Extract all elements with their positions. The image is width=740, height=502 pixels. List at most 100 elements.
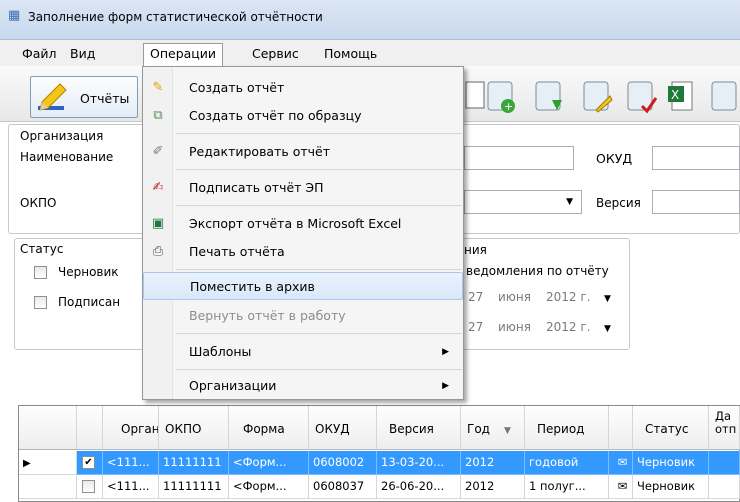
- date1-year: 2012 г.: [546, 290, 591, 304]
- chevron-down-icon: ▼: [604, 324, 611, 334]
- notif-sub-label: ведомления по отчёту: [466, 264, 609, 278]
- edit-form-icon[interactable]: [578, 76, 616, 118]
- header-year[interactable]: Год: [461, 406, 525, 450]
- menu-return-to-work[interactable]: Вернуть отчёт в работу: [143, 302, 463, 330]
- pencil-icon: ✎: [152, 80, 164, 95]
- version-field[interactable]: [652, 190, 740, 214]
- cell-status: Черновик: [633, 451, 709, 475]
- date-picker-2[interactable]: 27 июня 2012 г. ▼: [464, 316, 622, 340]
- cell-okpo: 11111111: [159, 475, 229, 499]
- cell-okud: 0608037: [309, 475, 377, 499]
- table-row[interactable]: ▶ ✔ <111... 11111111 <Форм... 0608002 13…: [19, 451, 740, 475]
- draft-checkbox[interactable]: [34, 266, 47, 279]
- cell-period: годовой: [525, 451, 609, 475]
- menu-create-report[interactable]: ✎ Создать отчёт: [143, 74, 463, 102]
- table-row[interactable]: <111... 11111111 <Форм... 0608037 26-06-…: [19, 475, 740, 499]
- grid-header-check: [77, 406, 103, 450]
- archive-icon[interactable]: [706, 76, 740, 118]
- menu-file[interactable]: Файл: [16, 45, 63, 64]
- cell-form: <Форм...: [229, 475, 309, 499]
- cell-period: 1 полуг...: [525, 475, 609, 499]
- header-okud[interactable]: ОКУД: [309, 406, 377, 450]
- menu-service[interactable]: Сервис: [246, 45, 305, 64]
- cell-version: 13-03-20...: [377, 451, 461, 475]
- chevron-down-icon: ▼: [604, 294, 611, 304]
- edit-icon: ✐: [152, 144, 164, 159]
- cell-date: [709, 475, 740, 499]
- chevron-down-icon: ▼: [566, 197, 573, 207]
- row-checkbox[interactable]: ✔: [82, 456, 95, 469]
- date2-year: 2012 г.: [546, 320, 591, 334]
- menu-edit-report[interactable]: ✐ Редактировать отчёт: [143, 138, 463, 166]
- sign-icon: ✍: [152, 180, 164, 195]
- version-label: Версия: [596, 196, 641, 210]
- cell-okud: 0608002: [309, 451, 377, 475]
- draft-status-icon: ✉: [609, 451, 633, 475]
- grid-header-indicator: [19, 406, 77, 450]
- header-form[interactable]: Форма: [229, 406, 309, 450]
- date1-month: июня: [498, 290, 531, 304]
- menu-sign-report[interactable]: ✍ Подписать отчёт ЭП: [143, 174, 463, 202]
- menu-separator: [176, 269, 462, 270]
- row-checkbox[interactable]: [82, 480, 95, 493]
- cell-year: 2012: [461, 475, 525, 499]
- excel-icon: ▣: [151, 216, 165, 231]
- pencil-icon: [38, 83, 67, 111]
- header-period[interactable]: Период: [525, 406, 609, 450]
- new-form-icon[interactable]: +: [482, 76, 520, 118]
- signed-checkbox[interactable]: [34, 296, 47, 309]
- date1-day: 27: [468, 290, 484, 304]
- menu-separator: [176, 369, 462, 370]
- menu-organizations[interactable]: Организации ▶: [143, 372, 463, 400]
- header-status[interactable]: Статус: [633, 406, 709, 450]
- okpo-select[interactable]: ▼: [464, 190, 582, 214]
- cell-org: <111...: [103, 475, 159, 499]
- cell-status: Черновик: [633, 475, 709, 499]
- window-title: Заполнение форм статистической отчётност…: [28, 10, 323, 24]
- cell-okpo: 11111111: [159, 451, 229, 475]
- okud-field[interactable]: [652, 146, 740, 170]
- draft-label: Черновик: [58, 265, 119, 279]
- svg-text:+: +: [504, 100, 513, 113]
- menu-bar: Файл Вид Операции Сервис Помощь: [0, 40, 740, 66]
- copy-icon: ⧉: [153, 108, 163, 123]
- draft-status-icon: ✉: [609, 475, 633, 499]
- date-picker-1[interactable]: 27 июня 2012 г. ▼: [464, 286, 622, 310]
- cell-year: 2012: [461, 451, 525, 475]
- app-icon: ▦: [8, 8, 21, 23]
- sort-down-icon: ▼: [504, 426, 511, 436]
- menu-operations[interactable]: Операции: [143, 43, 224, 66]
- header-okpo[interactable]: ОКПО: [159, 406, 229, 450]
- menu-create-from-template[interactable]: ⧉ Создать отчёт по образцу: [143, 102, 463, 130]
- menu-separator: [176, 333, 462, 334]
- row-pointer-icon: ▶: [23, 458, 31, 469]
- submenu-arrow-icon: ▶: [442, 347, 449, 357]
- menu-help[interactable]: Помощь: [318, 45, 383, 64]
- notif-group-title: ния: [464, 243, 487, 257]
- excel-icon[interactable]: X: [664, 76, 702, 118]
- name-label: Наименование: [20, 150, 114, 164]
- cell-version: 26-06-20...: [377, 475, 461, 499]
- menu-view[interactable]: Вид: [64, 45, 101, 64]
- header-icon: [609, 406, 633, 450]
- menu-print-report[interactable]: ⎙ Печать отчёта: [143, 238, 463, 266]
- cell-form: <Форм...: [229, 451, 309, 475]
- menu-templates[interactable]: Шаблоны ▶: [143, 338, 463, 366]
- menu-separator: [176, 133, 462, 134]
- import-form-icon[interactable]: [530, 76, 568, 118]
- submenu-arrow-icon: ▶: [442, 381, 449, 391]
- printer-icon: ⎙: [152, 244, 164, 259]
- svg-text:X: X: [671, 88, 679, 102]
- okpo-label: ОКПО: [20, 196, 57, 210]
- menu-export-excel[interactable]: ▣ Экспорт отчёта в Microsoft Excel: [143, 210, 463, 238]
- menu-archive[interactable]: Поместить в архив: [143, 272, 463, 300]
- sign-form-icon[interactable]: [622, 76, 660, 118]
- header-org[interactable]: Органи: [103, 406, 159, 450]
- header-date[interactable]: Да отп: [709, 406, 740, 450]
- signed-label: Подписан: [58, 295, 121, 309]
- name-field[interactable]: [464, 146, 574, 170]
- org-group-title: Организация: [20, 129, 104, 143]
- header-version[interactable]: Версия: [377, 406, 461, 450]
- menu-separator: [176, 205, 462, 206]
- cell-date: [709, 451, 740, 475]
